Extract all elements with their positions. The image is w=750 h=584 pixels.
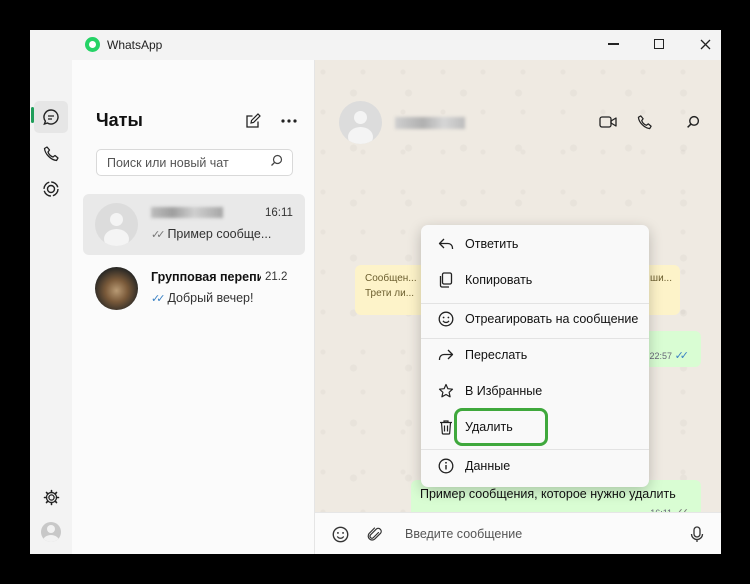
rail-chats-button[interactable] xyxy=(34,101,68,133)
smiley-icon xyxy=(332,526,348,542)
menu-item-react[interactable]: Отреагировать на сообщение xyxy=(425,303,645,335)
video-call-button[interactable] xyxy=(596,110,620,134)
maximize-button[interactable] xyxy=(636,30,682,58)
attach-button[interactable] xyxy=(363,522,387,546)
message-time: 22:57 ✓✓ xyxy=(649,350,690,362)
chat-list-panel: Чаты 16:11 ✓✓Пример сообще... Групповая … xyxy=(72,60,315,554)
app-window: WhatsApp Чаты Поиск или новый чат 16:11 … xyxy=(30,30,721,554)
paperclip-icon xyxy=(367,527,382,541)
voice-call-button[interactable] xyxy=(633,110,657,134)
voice-message-button[interactable] xyxy=(685,522,709,546)
double-check-icon: ✓✓ xyxy=(674,350,690,362)
minimize-button[interactable] xyxy=(590,30,636,58)
chat-preview: ✓✓ Добрый вечер! xyxy=(151,291,254,305)
new-chat-button[interactable] xyxy=(242,110,264,132)
message-composer xyxy=(315,512,721,554)
contact-name-redacted[interactable] xyxy=(395,117,465,129)
search-icon xyxy=(687,115,700,128)
message-input[interactable] xyxy=(405,524,675,544)
chat-name: Групповая перепи xyxy=(151,270,261,284)
ellipsis-icon xyxy=(281,119,297,123)
rail-calls-button[interactable] xyxy=(34,137,68,169)
contact-avatar[interactable] xyxy=(339,101,382,144)
menu-item-info[interactable]: Данные xyxy=(425,450,645,482)
gear-icon xyxy=(43,489,59,505)
nav-rail xyxy=(30,60,72,554)
contact-avatar xyxy=(95,203,138,246)
close-icon xyxy=(700,39,710,49)
video-camera-icon xyxy=(599,116,617,128)
message-text: Пример сообщения, которое нужно удалить xyxy=(420,487,676,501)
search-in-chat-button[interactable] xyxy=(681,110,705,134)
menu-item-star[interactable]: В Избранные xyxy=(425,375,645,407)
search-input[interactable] xyxy=(96,149,293,176)
chat-preview: ✓✓ Пример сообще... xyxy=(151,227,272,241)
microphone-icon xyxy=(690,525,704,542)
chat-time: 16:11 xyxy=(265,207,293,219)
info-icon xyxy=(431,458,461,474)
group-avatar xyxy=(95,267,138,310)
profile-avatar xyxy=(41,522,61,542)
status-ring-icon xyxy=(43,181,59,197)
double-check-icon: ✓✓ xyxy=(151,293,166,305)
chat-bubble-icon xyxy=(43,109,59,126)
forward-icon xyxy=(431,348,461,362)
rail-settings-button[interactable] xyxy=(34,481,68,513)
reply-icon xyxy=(431,237,461,251)
chat-list-item[interactable]: 16:11 ✓✓ Пример сообще... xyxy=(83,194,305,255)
menu-item-reply[interactable]: Ответить xyxy=(425,228,645,260)
message-context-menu: Ответить Копировать Отреагировать на соо… xyxy=(421,225,649,487)
app-title: WhatsApp xyxy=(107,38,163,52)
maximize-icon xyxy=(654,39,664,49)
search-icon xyxy=(270,154,283,167)
conversation-header xyxy=(315,90,721,154)
emoji-button[interactable] xyxy=(328,522,352,546)
close-button[interactable] xyxy=(682,30,721,58)
rail-profile-button[interactable] xyxy=(34,516,68,548)
menu-item-copy[interactable]: Копировать xyxy=(425,264,645,296)
chat-list-title: Чаты xyxy=(96,110,143,130)
minimize-icon xyxy=(607,43,619,45)
phone-icon xyxy=(637,115,652,130)
double-check-icon: ✓✓ xyxy=(151,229,166,241)
menu-item-forward[interactable]: Переслать xyxy=(425,339,645,371)
contact-name-redacted xyxy=(151,207,223,218)
copy-icon xyxy=(431,272,461,288)
star-icon xyxy=(431,383,461,399)
rail-status-button[interactable] xyxy=(34,173,68,205)
chat-list-item[interactable]: Групповая перепи 21.2 ✓✓ Добрый вечер! xyxy=(83,258,305,319)
chat-time: 21.2 xyxy=(265,271,288,283)
smiley-icon xyxy=(431,311,461,327)
more-options-button[interactable] xyxy=(278,110,300,132)
compose-icon xyxy=(246,113,261,128)
title-bar: WhatsApp xyxy=(30,30,721,60)
whatsapp-logo-icon xyxy=(85,37,100,52)
delete-highlight-outline xyxy=(454,408,548,446)
phone-icon xyxy=(43,145,59,161)
